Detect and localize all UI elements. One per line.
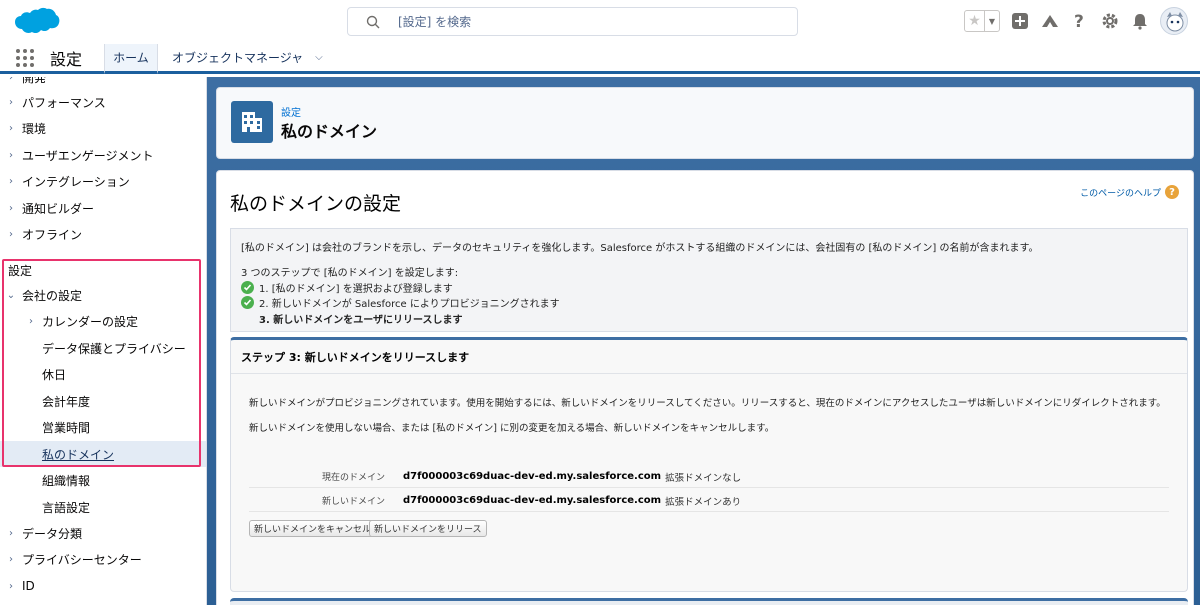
- global-actions-icon[interactable]: [1010, 11, 1030, 31]
- page-header: 設定 私のドメイン: [216, 87, 1194, 159]
- step-item-2: 2. 新しいドメインが Salesforce によりプロビジョニングされます: [241, 295, 560, 310]
- chevron-right-icon: ›: [9, 527, 13, 539]
- current-domain-note: 拡張ドメインなし: [665, 472, 742, 484]
- check-icon: [241, 281, 254, 294]
- highlight-box: [2, 259, 201, 467]
- help-icon[interactable]: ?: [1070, 11, 1090, 31]
- chevron-right-icon: ›: [9, 202, 13, 214]
- sidebar-item-integration[interactable]: › インテグレーション: [0, 168, 206, 194]
- new-domain-value: d7f000003c69duac-dev-ed.my.salesforce.co…: [403, 495, 662, 506]
- step-item-1: 1. [私のドメイン] を選択および登録します: [241, 280, 453, 295]
- chevron-right-icon: ›: [9, 96, 13, 108]
- favorites-button[interactable]: ★ ▼: [964, 10, 1000, 32]
- sidebar-item-performance[interactable]: › パフォーマンス: [0, 89, 206, 115]
- chevron-right-icon: ›: [9, 580, 13, 592]
- sidebar-item-notification-builder[interactable]: › 通知ビルダー: [0, 195, 206, 221]
- steps-intro: 3 つのステップで [私のドメイン] を設定します:: [241, 268, 459, 279]
- tab-object-manager-label: オブジェクトマネージャ: [172, 51, 304, 65]
- sidebar-item-data-classification[interactable]: › データ分類: [0, 520, 206, 546]
- new-domain-note: 拡張ドメインあり: [665, 496, 742, 508]
- salesforce-logo[interactable]: [10, 6, 60, 38]
- chevron-right-icon: ›: [9, 122, 13, 134]
- step3-para2: 新しいドメインを使用しない場合、または [私のドメイン] に別の変更を加える場合…: [249, 423, 775, 434]
- global-search-input[interactable]: [設定] を検索: [347, 7, 798, 36]
- help-link-label: このページのヘルプ: [1080, 188, 1161, 199]
- step-item-3: 3. 新しいドメインをユーザにリリースします: [259, 315, 463, 326]
- app-nav-bar: 設定 ホーム オブジェクトマネージャ ⌵: [0, 44, 1200, 74]
- star-icon[interactable]: ★: [965, 11, 985, 31]
- info-description: [私のドメイン] は会社のブランドを示し、データのセキュリティを強化します。Sa…: [241, 243, 1039, 254]
- trailhead-icon[interactable]: [1040, 11, 1060, 31]
- sidebar-item-user-engagement[interactable]: › ユーザエンゲージメント: [0, 142, 206, 168]
- gear-icon[interactable]: [1100, 11, 1120, 31]
- sidebar-item-company-info[interactable]: 組織情報: [0, 467, 206, 493]
- breadcrumb[interactable]: 設定: [281, 104, 301, 119]
- chevron-right-icon: ›: [9, 77, 13, 83]
- help-icon: ?: [1165, 185, 1179, 199]
- page-title: 私のドメイン: [281, 122, 378, 141]
- svg-text:?: ?: [1074, 12, 1084, 30]
- content-panel: 私のドメインの設定 このページのヘルプ ? [私のドメイン] は会社のブランドを…: [216, 170, 1194, 605]
- cancel-new-domain-button[interactable]: 新しいドメインをキャンセル: [249, 520, 377, 537]
- app-name: 設定: [50, 49, 83, 69]
- user-avatar[interactable]: [1160, 7, 1188, 35]
- app-launcher-icon[interactable]: [0, 44, 50, 71]
- tab-home[interactable]: ホーム: [104, 44, 158, 74]
- new-domain-label: 新しいドメイン: [321, 497, 385, 507]
- chevron-right-icon: ›: [9, 553, 13, 565]
- sidebar-item-environment[interactable]: › 環境: [0, 115, 206, 141]
- sidebar-item-identity[interactable]: › ID: [0, 573, 206, 599]
- step3-para1: 新しいドメインがプロビジョニングされています。使用を開始するには、新しいドメイン…: [249, 398, 1166, 409]
- building-icon: [231, 101, 273, 143]
- release-new-domain-button[interactable]: 新しいドメインをリリース: [369, 520, 487, 537]
- check-icon: [241, 296, 254, 309]
- chevron-right-icon: ›: [9, 149, 13, 161]
- content-title: 私のドメインの設定: [230, 193, 402, 215]
- sidebar-item-privacy-center[interactable]: › プライバシーセンター: [0, 546, 206, 572]
- step3-title: ステップ 3: 新しいドメインをリリースします: [231, 340, 1187, 374]
- help-link[interactable]: このページのヘルプ ?: [1080, 185, 1179, 199]
- setup-sidebar: › 開発 › パフォーマンス › 環境 › ユーザエンゲージメント › インテグレーション…: [0, 77, 207, 605]
- info-box: [私のドメイン] は会社のブランドを示し、データのセキュリティを強化します。Sa…: [230, 228, 1188, 332]
- bell-icon[interactable]: [1130, 11, 1150, 31]
- step3-panel: ステップ 3: 新しいドメインをリリースします 新しいドメインがプロビジョニング…: [230, 337, 1188, 592]
- sidebar-item-offline[interactable]: › オフライン: [0, 221, 206, 247]
- next-panel-edge: [230, 598, 1188, 605]
- current-domain-label: 現在のドメイン: [321, 473, 385, 483]
- chevron-down-icon[interactable]: ▼: [985, 11, 999, 31]
- tab-object-manager[interactable]: オブジェクトマネージャ ⌵: [158, 44, 335, 71]
- search-placeholder: [設定] を検索: [398, 15, 472, 29]
- search-icon: [366, 15, 380, 28]
- current-domain-value: d7f000003c69duac-dev-ed.my.salesforce.co…: [403, 471, 662, 482]
- chevron-right-icon: ›: [9, 175, 13, 187]
- current-domain-row: 現在のドメイン d7f000003c69duac-dev-ed.my.sales…: [249, 466, 1169, 488]
- chevron-down-icon[interactable]: ⌵: [315, 52, 323, 63]
- global-header: [設定] を検索 ★ ▼ ?: [0, 0, 1200, 44]
- main-area: 設定 私のドメイン 私のドメインの設定 このページのヘルプ ? [私のドメイン]…: [207, 77, 1200, 605]
- new-domain-row: 新しいドメイン d7f000003c69duac-dev-ed.my.sales…: [249, 490, 1169, 512]
- sidebar-item-language-settings[interactable]: 言語設定: [0, 494, 206, 520]
- chevron-right-icon: ›: [9, 228, 13, 240]
